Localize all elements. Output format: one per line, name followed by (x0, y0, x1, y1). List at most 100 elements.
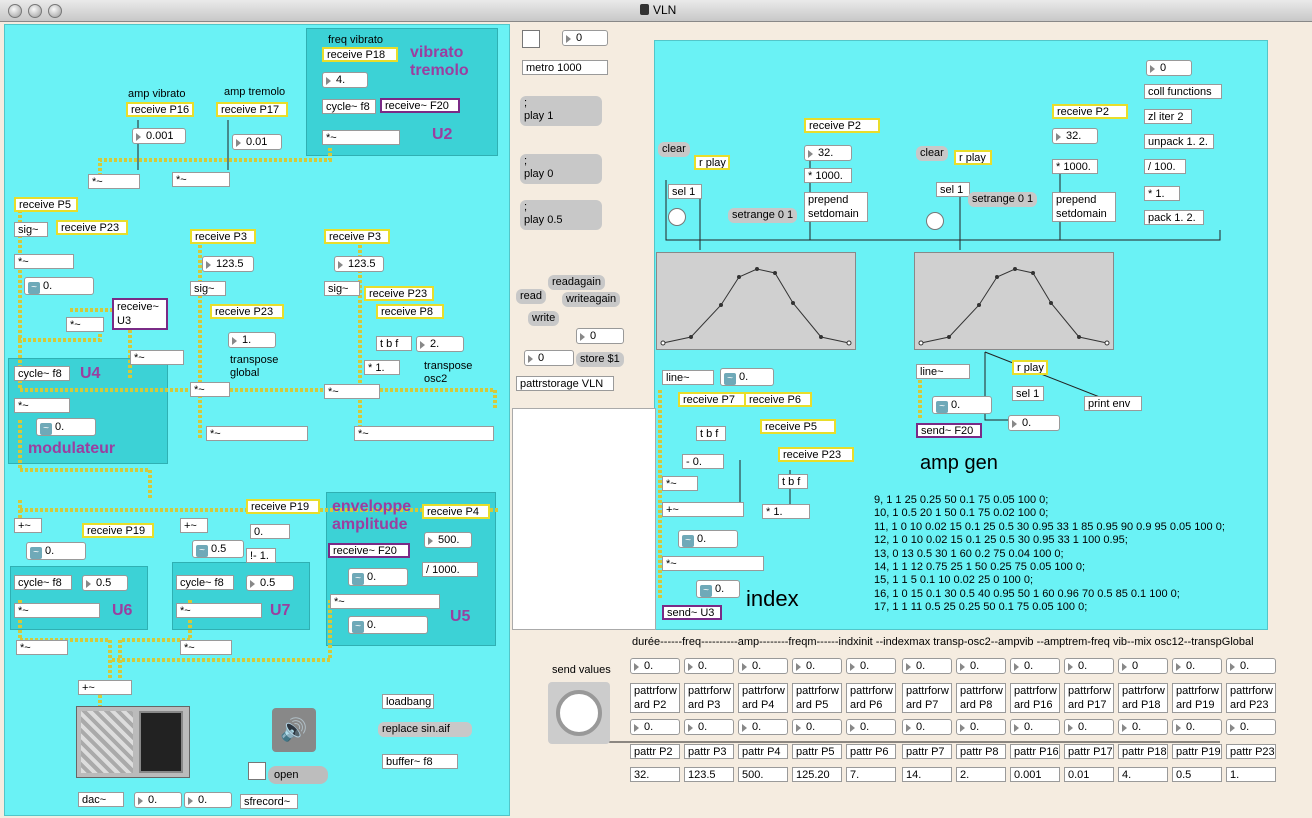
mult-r[interactable]: *~ (662, 476, 698, 491)
receive-p8[interactable]: receive P8 (376, 304, 444, 319)
u7-number[interactable]: 0.5 (246, 575, 294, 591)
p2-number-b[interactable]: 32. (1052, 128, 1098, 144)
param-mid-number[interactable]: 0. (956, 719, 1006, 735)
mult-vibrato[interactable]: *~ (322, 130, 400, 145)
zoom-window-icon[interactable] (48, 4, 62, 18)
p3-number-a[interactable]: 123.5 (202, 256, 254, 272)
param-input-number[interactable]: 0. (956, 658, 1006, 674)
play-05-message[interactable]: ; play 0.5 (520, 200, 602, 230)
receive-p19-b[interactable]: receive P19 (246, 499, 320, 514)
receive-p23-d[interactable]: receive P23 (778, 447, 854, 462)
gain-slider[interactable] (76, 706, 190, 778)
envelope-duration-number[interactable]: 500. (424, 532, 472, 548)
mult-1[interactable]: * 1. (1144, 186, 1180, 201)
pattr[interactable]: pattr P19 (1172, 744, 1222, 759)
send-u3[interactable]: send~ U3 (662, 605, 722, 620)
param-mid-number[interactable]: 0. (846, 719, 896, 735)
receive-p17[interactable]: receive P17 (216, 102, 288, 117)
param-value[interactable]: 4. (1118, 767, 1168, 782)
pattr[interactable]: pattr P4 (738, 744, 788, 759)
mult-tremolo-amp[interactable]: *~ (172, 172, 230, 187)
dac-right-number[interactable]: 0. (184, 792, 232, 808)
mult-l[interactable]: *~ (14, 398, 70, 413)
minus-1[interactable]: !- 1. (246, 548, 276, 563)
speaker-icon[interactable]: 🔊 (272, 708, 316, 752)
pattrforward[interactable]: pattrforw ard P7 (902, 683, 952, 713)
loadbang[interactable]: loadbang (382, 694, 434, 709)
pattrforward[interactable]: pattrforw ard P23 (1226, 683, 1276, 713)
store-message[interactable]: store $1 (576, 352, 624, 367)
receive-p16[interactable]: receive P16 (126, 102, 194, 117)
mult-j[interactable]: *~ (324, 384, 380, 399)
param-input-number[interactable]: 0. (1226, 658, 1276, 674)
receive-p3-b[interactable]: receive P3 (324, 229, 390, 244)
ampgen-function-graph[interactable] (914, 252, 1114, 350)
clear-a-message[interactable]: clear (658, 142, 690, 157)
cycle-f8-vibrato[interactable]: cycle~ f8 (322, 99, 376, 114)
open-message[interactable]: open (268, 766, 328, 784)
div-100[interactable]: / 100. (1144, 159, 1186, 174)
u5-signal-number-b[interactable]: ~0. (348, 616, 428, 634)
sel-a[interactable]: sel 1 (668, 184, 702, 199)
pattrforward[interactable]: pattrforw ard P5 (792, 683, 842, 713)
rplay-c[interactable]: r play (1012, 360, 1048, 375)
mult-d[interactable]: *~ (14, 254, 74, 269)
u7-value-a[interactable]: 0. (250, 524, 290, 539)
param-input-number[interactable]: 0. (1010, 658, 1060, 674)
div-1000[interactable]: / 1000. (422, 562, 478, 577)
amp-tremolo-number[interactable]: 0.01 (232, 134, 282, 150)
param-mid-number[interactable]: 0. (1010, 719, 1060, 735)
receive-p2-b[interactable]: receive P2 (1052, 104, 1128, 119)
receive-u3[interactable]: receive~ U3 (112, 298, 168, 330)
pattr[interactable]: pattr P23 (1226, 744, 1276, 759)
write-message[interactable]: write (528, 311, 560, 326)
play-0-message[interactable]: ; play 0 (520, 154, 602, 184)
receive-p2-a[interactable]: receive P2 (804, 118, 880, 133)
ampgen-number[interactable]: 0. (1008, 415, 1060, 431)
pattr[interactable]: pattr P17 (1064, 744, 1114, 759)
dac[interactable]: dac~ (78, 792, 124, 807)
param-value[interactable]: 1. (1226, 767, 1276, 782)
send-f20[interactable]: send~ F20 (916, 423, 982, 438)
rplay-b[interactable]: r play (954, 150, 992, 165)
receive-p23-a[interactable]: receive P23 (56, 220, 128, 235)
metro-1000[interactable]: metro 1000 (522, 60, 608, 75)
param-input-number[interactable]: 0. (846, 658, 896, 674)
param-value[interactable]: 14. (902, 767, 952, 782)
signal-number-a[interactable]: ~0. (24, 277, 94, 295)
receive-p7[interactable]: receive P7 (678, 392, 746, 407)
receive-p6[interactable]: receive P6 (744, 392, 812, 407)
freq-vibrato-number[interactable]: 4. (322, 72, 368, 88)
sfrecord[interactable]: sfrecord~ (240, 794, 298, 809)
param-value[interactable]: 7. (846, 767, 896, 782)
receive-p19-a[interactable]: receive P19 (82, 523, 154, 538)
receive-p23-b[interactable]: receive P23 (210, 304, 284, 319)
param-mid-number[interactable]: 0. (792, 719, 842, 735)
sel-b[interactable]: sel 1 (936, 182, 970, 197)
store-number[interactable]: 0 (524, 350, 574, 366)
mul-1000-a[interactable]: * 1000. (804, 168, 852, 183)
metro-number[interactable]: 0 (562, 30, 608, 46)
dac-left-number[interactable]: 0. (134, 792, 182, 808)
u6-number[interactable]: 0.5 (82, 575, 128, 591)
u5-signal-number-a[interactable]: ~0. (348, 568, 408, 586)
pattrforward[interactable]: pattrforw ard P18 (1118, 683, 1168, 713)
line-a[interactable]: line~ (662, 370, 714, 385)
receive-f20-b[interactable]: receive~ F20 (328, 543, 410, 558)
u7-signal-number[interactable]: ~0.5 (192, 540, 244, 558)
mult-m[interactable]: *~ (14, 603, 100, 618)
tbf-c[interactable]: t b f (778, 474, 808, 489)
mult-g[interactable]: *~ (190, 382, 230, 397)
plus-b[interactable]: +~ (180, 518, 208, 533)
minus-0[interactable]: - 0. (682, 454, 724, 469)
param-value[interactable]: 0.5 (1172, 767, 1222, 782)
receive-p3-a[interactable]: receive P3 (190, 229, 256, 244)
param-mid-number[interactable]: 0. (902, 719, 952, 735)
mult-e[interactable]: *~ (66, 317, 104, 332)
mult-f[interactable]: *~ (130, 350, 184, 365)
mult-vibrato-amp[interactable]: *~ (88, 174, 140, 189)
param-value[interactable]: 500. (738, 767, 788, 782)
plus-d[interactable]: +~ (662, 502, 744, 517)
sel-c[interactable]: sel 1 (1012, 386, 1044, 401)
pattrforward[interactable]: pattrforw ard P6 (846, 683, 896, 713)
